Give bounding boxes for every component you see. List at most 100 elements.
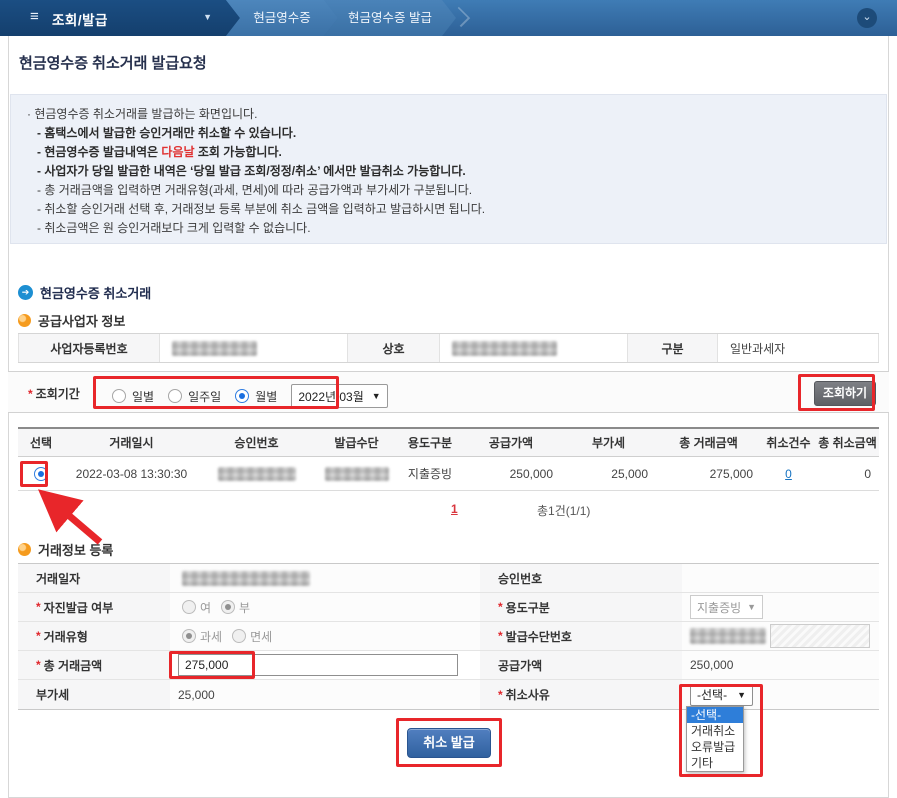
radio-weekly[interactable] xyxy=(168,389,183,403)
cancel-issue-button[interactable]: 취소 발급 xyxy=(407,728,491,758)
supplier-info-table: 사업자등록번호 상호 구분 일반과세자 xyxy=(18,333,879,363)
row-issue-means xyxy=(314,457,399,490)
chevron-down-icon: ▼ xyxy=(737,689,746,700)
query-period-label: * 조회기간 xyxy=(28,387,80,401)
col-header-total-cancel: 총 취소금액 xyxy=(818,436,877,450)
redacted-value xyxy=(182,570,310,586)
self-issue-label: * 자진발급 여부 xyxy=(18,593,170,622)
radio-taxable[interactable] xyxy=(182,629,196,643)
cancel-reason-select[interactable]: -선택- ▼ xyxy=(690,683,753,706)
row-select-radio[interactable] xyxy=(34,466,48,481)
dropdown-option[interactable]: 기타 xyxy=(687,755,743,771)
results-table: 선택 거래일시 승인번호 발급수단 용도구분 공급가액 부가세 총 거래금액 취… xyxy=(18,427,879,491)
radio-tax-exempt-label: 면세 xyxy=(250,629,273,644)
hamburger-icon[interactable]: ≡ xyxy=(30,8,39,25)
col-header-approval-no: 승인번호 xyxy=(234,436,279,450)
notice-line: - 취소할 승인거래 선택 후, 거래정보 등록 부분에 취소 금액을 입력하고… xyxy=(37,202,486,216)
radio-monthly[interactable] xyxy=(235,389,250,403)
top-navigation-bar: ≡ 조회/발급 ▼ 현금영수증 현금영수증 발급 ⌄ xyxy=(0,0,897,36)
radio-weekly-label: 일주일 xyxy=(188,389,222,404)
page-title: 현금영수증 취소거래 발급요청 xyxy=(19,55,207,72)
notice-line: - 현금영수증 발급내역은 다음날 조회 가능합니다. xyxy=(37,145,282,159)
redacted-value xyxy=(172,340,257,356)
register-form-table: 거래일자 승인번호 * 자진발급 여부 여 부 * 용도구분 지출증빙 ▼ * 거래유형… xyxy=(18,563,879,710)
menu-label: 조회/발급 xyxy=(52,13,108,28)
table-row: 2022-03-08 13:30:30 지출증빙 250,000 25,000 … xyxy=(18,457,879,491)
trade-type-value: 과세 면세 xyxy=(170,622,480,651)
cancel-reason-dropdown: -선택- 거래취소 오류발급 기타 xyxy=(686,706,744,772)
cancel-count-link[interactable]: 0 xyxy=(785,467,792,481)
menu-caret-icon[interactable]: ▼ xyxy=(203,12,212,22)
col-header-cancel-count: 취소건수 xyxy=(766,436,811,450)
trade-date-value xyxy=(170,564,480,593)
col-header-usage: 용도구분 xyxy=(407,436,453,450)
radio-self-issue-yes[interactable] xyxy=(182,600,196,614)
radio-self-issue-yes-label: 여 xyxy=(200,600,212,615)
issue-means-label: * 발급수단번호 xyxy=(480,622,682,651)
section-bullet-icon xyxy=(18,314,31,327)
type-value: 일반과세자 xyxy=(718,334,879,362)
page-total-text: 총1건(1/1) xyxy=(537,504,591,518)
notice-line: - 취소금액은 원 승인거래보다 크게 입력할 수 없습니다. xyxy=(37,221,311,235)
notice-line: - 홈택스에서 발급한 승인거래만 취소할 수 있습니다. xyxy=(37,126,297,140)
dropdown-option[interactable]: 거래취소 xyxy=(687,723,743,739)
month-select[interactable]: 2022년 03월 ▼ xyxy=(291,384,388,408)
section-title: 거래정보 등록 xyxy=(38,543,114,558)
redacted-value xyxy=(324,466,389,481)
search-button[interactable]: 조회하기 xyxy=(814,381,876,406)
row-supply-amount: 250,000 xyxy=(509,466,553,481)
trade-name-value xyxy=(440,334,628,362)
results-header-row: 선택 거래일시 승인번호 발급수단 용도구분 공급가액 부가세 총 거래금액 취… xyxy=(18,427,879,457)
row-usage: 지출증빙 xyxy=(407,467,453,481)
cancel-reason-label: * 취소사유 xyxy=(480,680,682,709)
section-bullet-icon xyxy=(18,543,31,556)
radio-daily[interactable] xyxy=(112,389,126,403)
col-header-supply-amount: 공급가액 xyxy=(488,436,534,450)
query-period-radio-group: 일별 일주일 월별 2022년 03월 ▼ xyxy=(112,384,388,408)
radio-taxable-label: 과세 xyxy=(200,629,223,644)
required-mark: * xyxy=(28,387,33,401)
notice-box: · 현금영수증 취소거래를 발급하는 화면입니다. - 홈택스에서 발급한 승인… xyxy=(10,94,887,244)
section-supplier-info: 공급사업자 정보 xyxy=(18,311,125,330)
chevron-down-icon: ▼ xyxy=(371,391,381,401)
col-header-select: 선택 xyxy=(29,436,53,450)
row-total-amount: 275,000 xyxy=(709,466,753,481)
redacted-value xyxy=(452,340,557,356)
cash-receipt-cancel-page: ≡ 조회/발급 ▼ 현금영수증 현금영수증 발급 ⌄ 현금영수증 취소거래 발급… xyxy=(0,0,897,798)
vat-label: 부가세 xyxy=(18,680,170,709)
total-amount-input[interactable] xyxy=(178,654,458,676)
col-header-datetime: 거래일시 xyxy=(109,436,154,450)
main-menu-tab[interactable]: ≡ 조회/발급 ▼ xyxy=(0,0,240,36)
usage-label: * 용도구분 xyxy=(480,593,682,622)
redacted-value xyxy=(217,466,296,481)
supply-amount-value: 250,000 xyxy=(682,651,879,680)
section-register-info: 거래정보 등록 xyxy=(18,540,113,559)
breadcrumb-cash-receipt-issue[interactable]: 현금영수증 발급 xyxy=(324,0,456,36)
section-arrow-icon: ➔ xyxy=(18,285,33,300)
issue-means-disabled-input xyxy=(770,624,870,648)
notice-line: - 총 거래금액을 입력하면 거래유형(과세, 면세)에 따라 공급가액과 부가… xyxy=(37,183,473,197)
dropdown-option[interactable]: -선택- xyxy=(687,707,743,723)
radio-monthly-label: 월별 xyxy=(255,389,278,404)
query-period-row: * 조회기간 일별 일주일 월별 2022년 03월 ▼ 조회하기 xyxy=(8,371,889,413)
required-mark: * xyxy=(498,687,503,702)
supply-amount-label: 공급가액 xyxy=(480,651,682,680)
section-cancel-trade: ➔ 현금영수증 취소거래 xyxy=(18,283,151,302)
usage-select[interactable]: 지출증빙 ▼ xyxy=(690,595,764,619)
redacted-value xyxy=(690,628,766,644)
row-total-cancel-amount: 0 xyxy=(864,466,871,481)
breadcrumb-cash-receipt[interactable]: 현금영수증 xyxy=(226,0,338,36)
trade-name-label: 상호 xyxy=(348,334,440,362)
vat-value: 25,000 xyxy=(170,680,480,709)
dropdown-option[interactable]: 오류발급 xyxy=(687,739,743,755)
total-amount-label: * 총 거래금액 xyxy=(18,651,170,680)
page-number-link[interactable]: 1 xyxy=(451,502,458,516)
radio-tax-exempt[interactable] xyxy=(232,629,247,643)
collapse-topbar-button[interactable]: ⌄ xyxy=(857,8,877,28)
notice-highlight: 다음날 xyxy=(161,145,195,159)
radio-self-issue-no[interactable] xyxy=(221,600,236,614)
col-header-vat: 부가세 xyxy=(591,436,626,450)
section-title: 현금영수증 취소거래 xyxy=(40,286,152,301)
chevron-down-icon: ▼ xyxy=(747,602,757,612)
pagination: 1 총1건(1/1) xyxy=(0,502,897,522)
